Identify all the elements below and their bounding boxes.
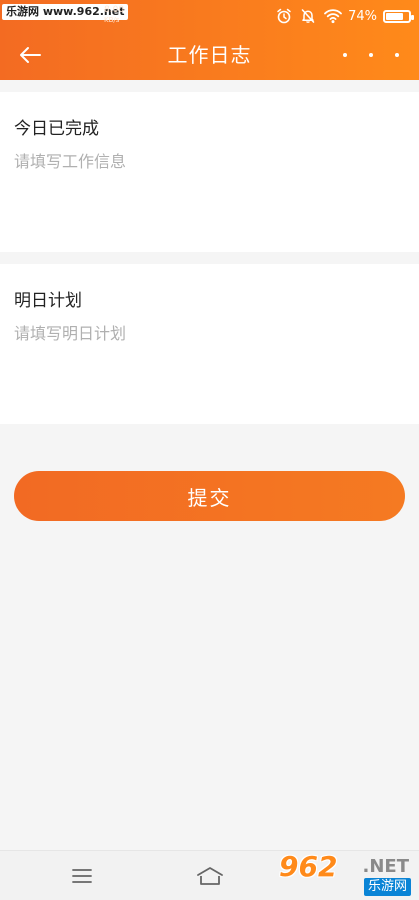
today-completed-label: 今日已完成 [14,119,99,139]
tomorrow-plan-card: 明日计划 [0,264,419,424]
battery-percent: 74% [348,8,377,24]
more-button[interactable] [343,44,399,66]
today-completed-input[interactable] [14,148,404,238]
today-completed-card: 今日已完成 [0,92,419,252]
battery-status: 74% [348,8,414,24]
nav-home-button[interactable] [196,863,224,889]
more-dots-icon [369,53,373,57]
tomorrow-plan-label: 明日计划 [14,291,82,311]
submit-button[interactable]: 提交 [14,471,405,521]
battery-level [386,12,403,20]
tomorrow-plan-input[interactable] [14,320,404,410]
logo-number: 962 [279,850,338,883]
logo-suffix: .NET [362,856,409,877]
header-bar: 乐游网 www.962.net 8.00 KB/s 74% 工作日志 [0,0,419,80]
menu-icon [72,869,92,883]
nav-menu-button[interactable] [68,863,96,889]
more-dots-icon [395,53,399,57]
alarm-icon [276,8,292,24]
title-bar: 工作日志 [0,30,419,80]
network-speed-unit: KB/s [104,16,120,24]
network-speed-value: 8.00 [104,5,125,15]
wifi-icon [324,8,342,24]
battery-icon [383,9,414,23]
site-logo-watermark: 962 .NET 乐游网 [279,852,415,898]
more-dots-icon [343,53,347,57]
status-bar: 乐游网 www.962.net 8.00 KB/s 74% [0,0,419,30]
logo-subtitle: 乐游网 [363,878,411,896]
bell-off-icon [300,8,316,24]
app-screen: 乐游网 www.962.net 8.00 KB/s 74% 工作日志 今日已完成… [0,0,419,900]
home-icon [197,867,223,885]
status-icons: 74% [276,6,414,26]
system-nav-bar: 962 .NET 乐游网 [0,850,419,900]
network-speed: 8.00 KB/s [104,6,124,25]
